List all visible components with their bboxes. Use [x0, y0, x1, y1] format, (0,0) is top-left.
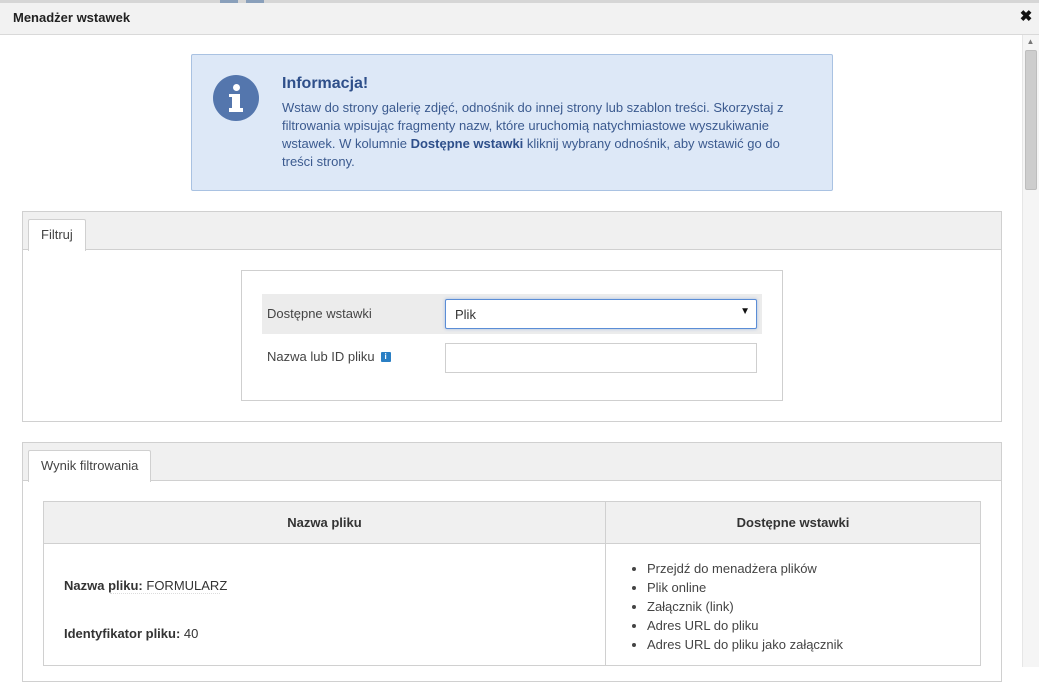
info-title: Informacja!: [282, 75, 369, 92]
results-table: Nazwa pliku Dostępne wstawki Nazwa pliku…: [43, 501, 981, 666]
column-header-file-name: Nazwa pliku: [43, 501, 606, 544]
results-panel-header: Wynik filtrowania: [23, 443, 1001, 482]
help-info-icon[interactable]: i: [380, 352, 391, 362]
dialog-titlebar: Menadżer wstawek ✖: [0, 0, 1039, 35]
filter-form: Dostępne wstawki Plik ▼ Nazwa lub ID pli…: [241, 270, 783, 401]
available-inserts-label: Dostępne wstawki: [267, 306, 372, 321]
action-file-url-attachment[interactable]: Adres URL do pliku jako załącznik: [647, 635, 979, 654]
column-header-available-inserts: Dostępne wstawki: [605, 501, 981, 544]
action-file-online[interactable]: Plik online: [647, 578, 979, 597]
file-name-label: Nazwa lub ID pliku i: [267, 349, 391, 364]
scrollbar-thumb[interactable]: [1025, 50, 1037, 190]
background-chip: [246, 0, 264, 3]
insert-actions-list: Przejdź do menadżera plików Plik online …: [607, 559, 979, 654]
close-icon[interactable]: ✖: [1019, 9, 1033, 25]
available-inserts-value: Plik: [455, 307, 476, 322]
table-row: Nazwa pliku: FORMULARZ Identyfikator pli…: [43, 543, 981, 666]
available-inserts-row: Dostępne wstawki Plik ▼: [262, 294, 762, 334]
dialog-title: Menadżer wstawek: [13, 10, 131, 25]
actions-cell: Przejdź do menadżera plików Plik online …: [605, 543, 981, 666]
info-alert: Informacja! Wstaw do strony galerię zdję…: [191, 54, 833, 191]
action-file-url[interactable]: Adres URL do pliku: [647, 616, 979, 635]
file-name-row: Nazwa lub ID pliku i: [262, 341, 762, 373]
info-text: Wstaw do strony galerię zdjęć, odnośnik …: [282, 100, 784, 169]
tab-filter[interactable]: Filtruj: [28, 219, 86, 251]
action-goto-file-manager[interactable]: Przejdź do menadżera plików: [647, 559, 979, 578]
available-inserts-select[interactable]: Plik ▼: [445, 299, 757, 329]
info-icon: [213, 75, 259, 121]
results-panel: Wynik filtrowania Nazwa pliku Dostępne w…: [22, 442, 1002, 682]
file-id-meta: Identyfikator pliku: 40: [64, 626, 199, 641]
background-strip: [0, 0, 1039, 3]
table-header-row: Nazwa pliku Dostępne wstawki: [43, 501, 981, 544]
filter-panel-header: Filtruj: [23, 212, 1001, 251]
file-info-cell: Nazwa pliku: FORMULARZ Identyfikator pli…: [43, 543, 606, 666]
filter-panel: Filtruj Dostępne wstawki Plik ▼ Nazwa lu…: [22, 211, 1002, 422]
scroll-up-icon[interactable]: ▲: [1022, 35, 1039, 49]
background-chip: [220, 0, 238, 3]
action-attachment-link[interactable]: Załącznik (link): [647, 597, 979, 616]
faded-text: [110, 593, 220, 598]
tab-results[interactable]: Wynik filtrowania: [28, 450, 152, 482]
file-name-meta: Nazwa pliku: FORMULARZ: [64, 578, 228, 593]
chevron-down-icon: ▼: [740, 306, 750, 317]
file-name-input[interactable]: [445, 343, 757, 373]
